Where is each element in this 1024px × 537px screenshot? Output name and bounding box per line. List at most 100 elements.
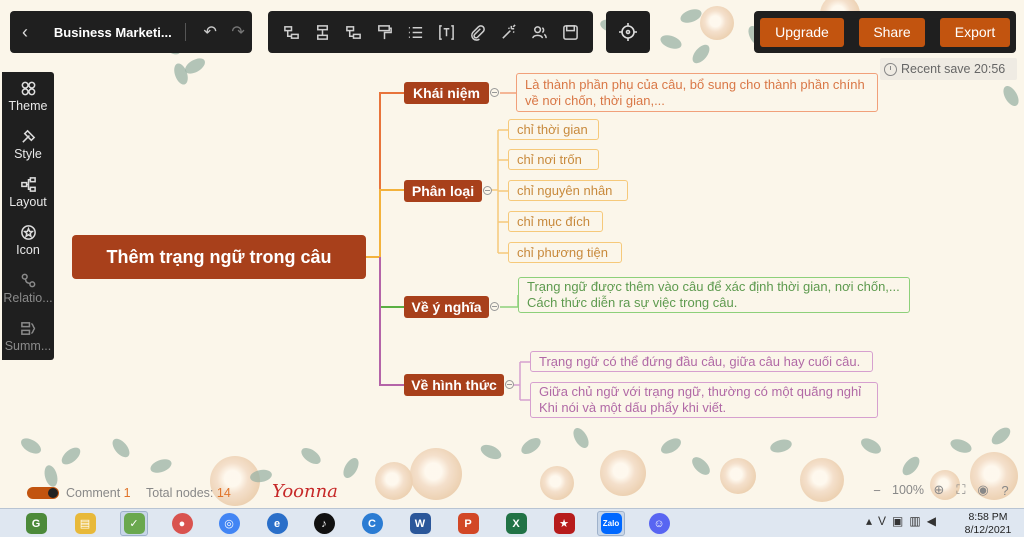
word-icon: W <box>409 513 431 534</box>
discord-icon: ☺ <box>648 513 670 534</box>
taskbar-word-icon[interactable]: W <box>406 511 434 536</box>
taskbar-powerpoint-icon[interactable]: P <box>454 511 482 536</box>
network-icon[interactable]: ▥ <box>909 514 920 528</box>
taskbar-file-explorer-icon[interactable]: ▤ <box>71 511 99 536</box>
taskbar-zalo-icon[interactable]: Zalo <box>597 511 625 536</box>
divider <box>185 23 187 41</box>
volume-icon[interactable]: ◀ <box>927 514 936 528</box>
text-box-icon[interactable] <box>433 19 459 45</box>
attachment-icon[interactable] <box>464 19 490 45</box>
export-button[interactable]: Export <box>940 17 1010 47</box>
redo-icon[interactable]: ↷ <box>224 22 252 42</box>
subtopic-text: Là thành phần phụ của câu, bổ sung cho t… <box>525 76 865 92</box>
sidebar-item-summary[interactable]: Summ... <box>2 312 54 360</box>
comment-label: Comment <box>66 486 121 500</box>
upgrade-button[interactable]: Upgrade <box>760 17 844 47</box>
insert-subtopic-icon[interactable] <box>309 19 335 45</box>
zoom-controls: − 100% ⊕ ⛶ ◉ ? <box>870 482 1012 498</box>
subtopic-text: về nơi chốn, thời gian,... <box>525 92 665 108</box>
taskbar-greenshot-icon[interactable]: ✓ <box>120 511 148 536</box>
taskbar-clock[interactable]: 8:58 PM 8/12/2021 <box>958 511 1018 537</box>
eye-icon[interactable]: ◉ <box>976 482 990 497</box>
subtopic-chi-muc-dich[interactable]: chỉ mục đích <box>508 211 603 232</box>
taskbar-browser-icon[interactable]: e <box>263 511 291 536</box>
locate-button[interactable] <box>606 11 650 53</box>
branch-topic-ve-y-nghia[interactable]: Về ý nghĩa <box>404 296 489 318</box>
subtopic-text: Khi nói và một dấu phẩy khi viết. <box>539 400 727 415</box>
taskbar-photos-icon[interactable]: ● <box>168 511 196 536</box>
branch-topic-ve-hinh-thuc[interactable]: Về hình thức <box>404 374 504 396</box>
title-bar: ‹ Business Marketi... ↶ ↷ <box>10 11 252 53</box>
tray-expand-icon[interactable]: ▴ <box>866 514 872 528</box>
subtopic-chi-nguyen-nhan[interactable]: chỉ nguyên nhân <box>508 180 628 201</box>
comment-count[interactable]: Comment 1 <box>66 486 131 500</box>
save-icon[interactable] <box>557 19 583 45</box>
zoom-out-icon[interactable]: − <box>870 483 884 498</box>
tray-device-icon[interactable]: ▣ <box>892 514 903 528</box>
ai-magic-icon[interactable] <box>495 19 521 45</box>
list-icon[interactable] <box>402 19 428 45</box>
branch-topic-khai-niem[interactable]: Khái niệm <box>404 82 489 104</box>
back-arrow-icon[interactable]: ‹ <box>22 22 42 43</box>
layout-icon <box>20 176 36 192</box>
taskbar-tiktok-icon[interactable]: ♪ <box>310 511 338 536</box>
sidebar-item-theme[interactable]: Theme <box>2 72 54 120</box>
save-status-text: Recent save 20:56 <box>901 62 1006 76</box>
insert-topic-icon[interactable] <box>278 19 304 45</box>
collapse-toggle-icon[interactable] <box>505 380 514 389</box>
zalo-icon: Zalo <box>600 513 622 534</box>
subtopic-quang-nghi[interactable]: Giữa chủ ngữ với trạng ngữ, thường có mộ… <box>530 382 878 418</box>
sidebar-item-label: Icon <box>16 242 40 257</box>
document-title[interactable]: Business Marketi... <box>54 25 175 40</box>
taskbar-chrome-icon[interactable]: ◎ <box>215 511 243 536</box>
sidebar-item-label: Summ... <box>4 338 52 353</box>
taskbar-discord-icon[interactable]: ☺ <box>645 511 673 536</box>
subtopic-ve-y-nghia[interactable]: Trạng ngữ được thêm vào câu để xác định … <box>518 277 910 313</box>
taskbar-game-icon[interactable]: G <box>22 511 50 536</box>
subtopic-khai-niem[interactable]: Là thành phần phụ của câu, bổ sung cho t… <box>516 73 878 112</box>
windows-taskbar: G ▤ ✓ ● ◎ e ♪ C W P X ★ Zalo ☺ ▴ V ▣ ▥ ◀… <box>0 508 1024 537</box>
taskbar-cortana-icon[interactable]: C <box>358 511 386 536</box>
subtopic-text: Giữa chủ ngữ với trạng ngữ, thường có mộ… <box>539 384 862 399</box>
collapse-toggle-icon[interactable] <box>490 302 499 311</box>
sidebar-item-icon[interactable]: Icon <box>2 216 54 264</box>
sidebar-item-relationship[interactable]: Relatio... <box>2 264 54 312</box>
sidebar-item-layout[interactable]: Layout <box>2 168 54 216</box>
subtopic-chi-noi-tron[interactable]: chỉ nơi trốn <box>508 149 599 170</box>
help-icon[interactable]: ? <box>998 483 1012 498</box>
sidebar-item-style[interactable]: Style <box>2 120 54 168</box>
save-status: Recent save 20:56 <box>880 58 1017 80</box>
format-painter-icon[interactable] <box>371 19 397 45</box>
mindmap: Thêm trạng ngữ trong câu Khái niệm Là th… <box>0 0 1024 508</box>
fullscreen-icon[interactable]: ⛶ <box>954 482 968 497</box>
root-topic[interactable]: Thêm trạng ngữ trong câu <box>72 235 366 279</box>
total-nodes-label: Total nodes: <box>146 486 214 500</box>
system-tray: ▴ V ▣ ▥ ◀ <box>866 514 936 528</box>
game2-icon: ★ <box>553 513 575 534</box>
total-nodes: Total nodes: 14 <box>146 486 231 500</box>
sidebar-item-label: Layout <box>9 194 47 209</box>
tiktok-icon: ♪ <box>313 513 335 534</box>
branch-topic-phan-loai[interactable]: Phân loại <box>404 180 482 202</box>
game-icon: G <box>25 513 47 534</box>
chrome-icon: ◎ <box>218 513 240 534</box>
taskbar-excel-icon[interactable]: X <box>502 511 530 536</box>
clock-time: 8:58 PM <box>968 511 1008 523</box>
sidebar-item-label: Relatio... <box>3 290 53 305</box>
share-button[interactable]: Share <box>859 17 925 47</box>
tray-v-icon[interactable]: V <box>878 514 886 528</box>
subtopic-chi-phuong-tien[interactable]: chỉ phương tiện <box>508 242 622 263</box>
collapse-toggle-icon[interactable] <box>483 186 492 195</box>
undo-icon[interactable]: ↶ <box>196 22 224 42</box>
side-panel: Theme Style Layout Icon Relatio... Summ.… <box>2 72 54 360</box>
sidebar-item-label: Theme <box>8 98 48 113</box>
zoom-in-icon[interactable]: ⊕ <box>932 482 946 497</box>
subtopic-chi-thoi-gian[interactable]: chỉ thời gian <box>508 119 599 140</box>
taskbar-game2-icon[interactable]: ★ <box>550 511 578 536</box>
outline-toggle[interactable] <box>27 487 59 499</box>
subtopic-vi-tri[interactable]: Trạng ngữ có thể đứng đầu câu, giữa câu … <box>530 351 873 372</box>
insert-parent-icon[interactable] <box>340 19 366 45</box>
people-icon[interactable] <box>526 19 552 45</box>
collapse-toggle-icon[interactable] <box>490 88 499 97</box>
signature-watermark: Yoonna <box>272 481 338 502</box>
